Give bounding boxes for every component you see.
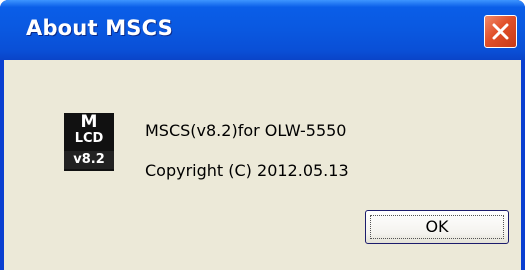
close-button[interactable] [484, 15, 517, 48]
app-icon-lcd: LCD [74, 131, 104, 146]
close-icon [492, 23, 509, 40]
copyright-label: Copyright (C) 2012.05.13 [145, 161, 349, 180]
about-dialog: About MSCS M LCD v8.2 MSCS(v8.2)for OLW-… [0, 0, 525, 270]
app-icon-letter: M [80, 113, 98, 132]
ok-button-label: OK [425, 217, 449, 236]
window-title: About MSCS [26, 16, 173, 40]
title-bar[interactable]: About MSCS [0, 0, 525, 60]
ok-button[interactable]: OK [365, 210, 509, 244]
app-icon-version: v8.2 [64, 151, 114, 169]
dialog-body: M LCD v8.2 MSCS(v8.2)for OLW-5550 Copyri… [4, 60, 521, 270]
app-icon: M LCD v8.2 [64, 113, 114, 171]
product-name-label: MSCS(v8.2)for OLW-5550 [145, 121, 347, 140]
